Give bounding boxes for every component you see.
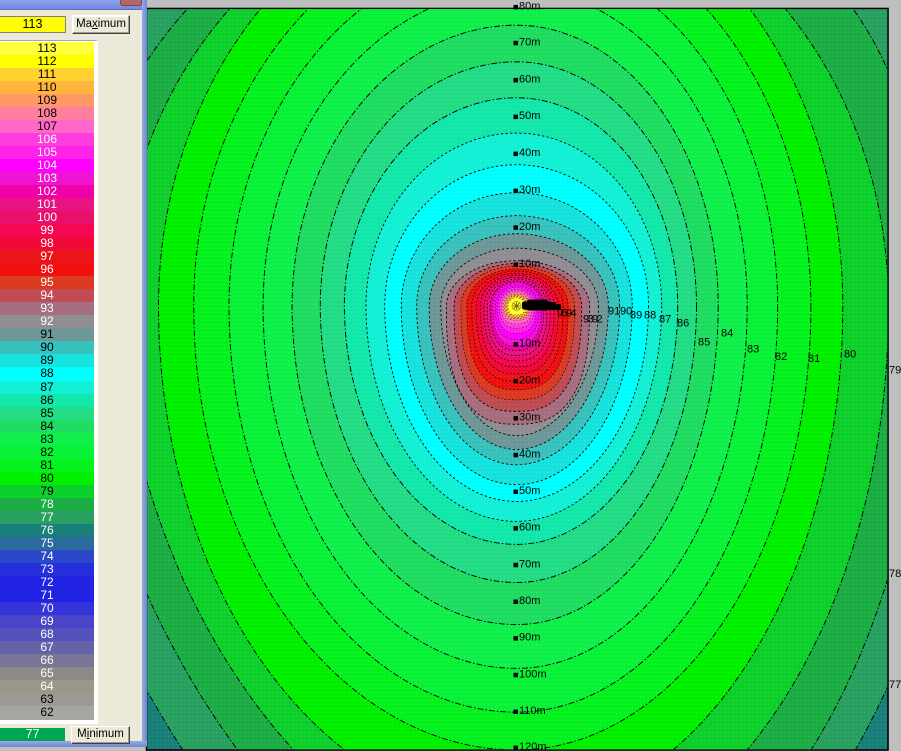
svg-text:70m: 70m xyxy=(519,36,540,48)
svg-text:86: 86 xyxy=(677,318,689,330)
svg-text:9392: 9392 xyxy=(583,314,603,326)
svg-text:40m: 40m xyxy=(519,147,540,159)
svg-text:80m: 80m xyxy=(519,595,540,607)
svg-text:90m: 90m xyxy=(519,632,540,644)
svg-text:91: 91 xyxy=(608,306,620,318)
svg-text:100m: 100m xyxy=(519,668,547,680)
svg-text:78: 78 xyxy=(889,568,901,580)
svg-text:9594: 9594 xyxy=(557,308,577,320)
svg-text:77: 77 xyxy=(889,679,901,691)
svg-text:84: 84 xyxy=(721,328,733,340)
svg-text:70m: 70m xyxy=(519,558,540,570)
svg-text:30m: 30m xyxy=(519,184,540,196)
svg-text:87: 87 xyxy=(659,314,671,326)
svg-text:89: 89 xyxy=(630,310,642,322)
svg-text:60m: 60m xyxy=(519,522,540,534)
svg-text:110m: 110m xyxy=(519,705,546,717)
svg-text:79: 79 xyxy=(889,365,901,377)
svg-text:83: 83 xyxy=(747,344,759,356)
svg-text:10m: 10m xyxy=(519,258,540,270)
svg-text:60m: 60m xyxy=(519,73,540,85)
svg-text:80m: 80m xyxy=(519,0,540,12)
svg-text:85: 85 xyxy=(698,337,710,349)
svg-text:50m: 50m xyxy=(519,110,540,122)
svg-text:30m: 30m xyxy=(519,412,540,424)
svg-text:120m: 120m xyxy=(519,741,547,751)
svg-text:20m: 20m xyxy=(519,374,540,386)
svg-text:40m: 40m xyxy=(519,448,540,460)
svg-text:88: 88 xyxy=(644,310,656,322)
svg-text:80: 80 xyxy=(844,349,856,361)
svg-text:82: 82 xyxy=(775,351,787,363)
svg-text:10m: 10m xyxy=(519,338,540,350)
svg-text:81: 81 xyxy=(808,353,820,365)
svg-text:50m: 50m xyxy=(519,485,540,497)
svg-text:20m: 20m xyxy=(519,221,540,233)
